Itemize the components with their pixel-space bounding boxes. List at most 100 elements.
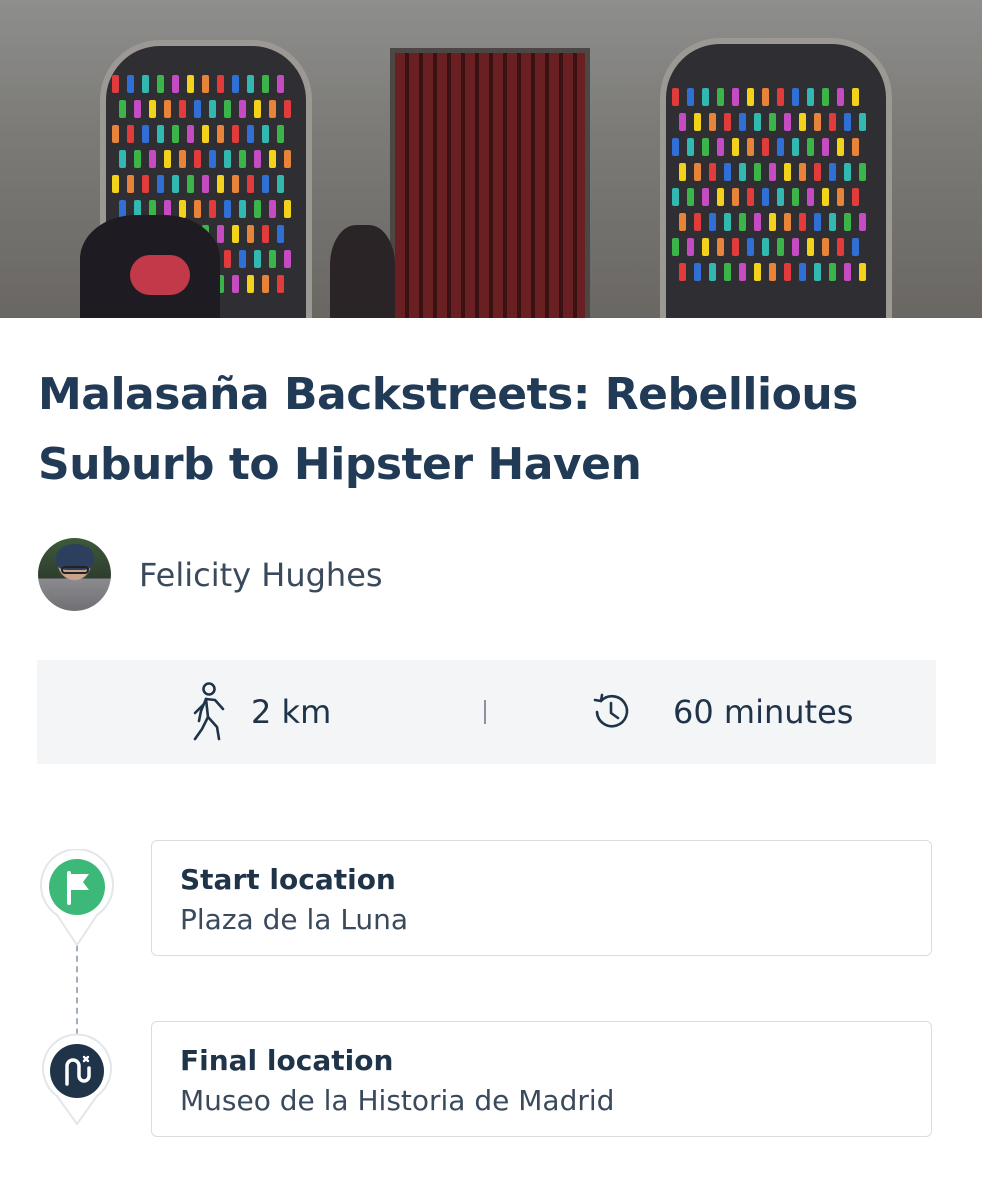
hero-bottle <box>247 225 254 243</box>
hero-bottle <box>217 125 224 143</box>
hero-bottle <box>127 75 134 93</box>
hero-bottle <box>224 200 231 218</box>
hero-bottle <box>687 238 694 256</box>
hero-bottle <box>119 100 126 118</box>
hero-bottle <box>247 175 254 193</box>
hero-bottle <box>717 138 724 156</box>
hero-bottle <box>134 150 141 168</box>
hero-bottle <box>792 238 799 256</box>
hero-bottle <box>739 263 746 281</box>
hero-bottle <box>202 175 209 193</box>
hero-bottle <box>134 100 141 118</box>
hero-bottle <box>247 125 254 143</box>
hero-bottle <box>239 200 246 218</box>
hero-bottle <box>844 263 851 281</box>
hero-bottle <box>814 213 821 231</box>
hero-bottle <box>232 225 239 243</box>
hero-bottle <box>852 188 859 206</box>
hero-bottle <box>232 175 239 193</box>
hero-bottle <box>202 125 209 143</box>
hero-bottle <box>754 213 761 231</box>
route-connector-line <box>76 935 78 1045</box>
hero-bottle <box>709 213 716 231</box>
hero-bottle <box>717 188 724 206</box>
hero-bottle <box>194 150 201 168</box>
hero-bottle <box>784 263 791 281</box>
author-row[interactable]: Felicity Hughes <box>38 538 383 611</box>
hero-bottle <box>822 238 829 256</box>
hero-bottle <box>739 113 746 131</box>
hero-bottle <box>277 175 284 193</box>
hero-bottle <box>209 150 216 168</box>
hero-bottle <box>814 113 821 131</box>
hero-bottle <box>732 88 739 106</box>
hero-bottle <box>702 188 709 206</box>
hero-bottle <box>859 263 866 281</box>
hero-bottle <box>754 113 761 131</box>
hero-bottle <box>702 238 709 256</box>
hero-bottle <box>672 138 679 156</box>
hero-bottle <box>837 88 844 106</box>
hero-bottle <box>262 275 269 293</box>
hero-bottle <box>739 163 746 181</box>
hero-bottle <box>777 138 784 156</box>
hero-bottle <box>709 263 716 281</box>
hero-bottle <box>747 138 754 156</box>
hero-bottle <box>792 138 799 156</box>
hero-bottle <box>247 75 254 93</box>
hero-bottle <box>784 163 791 181</box>
hero-bottle <box>732 138 739 156</box>
hero-bottle <box>844 163 851 181</box>
hero-bottle <box>269 200 276 218</box>
hero-bottle <box>187 175 194 193</box>
walking-person-icon <box>187 681 231 743</box>
hero-bottle <box>732 238 739 256</box>
hero-bottle <box>157 75 164 93</box>
hero-bottle <box>269 250 276 268</box>
final-location-label: Final location <box>180 1044 394 1077</box>
hero-bottle <box>239 250 246 268</box>
stats-divider <box>484 700 486 724</box>
hero-bottle <box>747 188 754 206</box>
title-line-1: Malasaña Backstreets: Rebellious <box>38 369 858 420</box>
hero-bottle <box>784 213 791 231</box>
hero-bottle <box>142 175 149 193</box>
hero-bottle <box>747 88 754 106</box>
distance-stat: 2 km <box>187 660 331 764</box>
hero-bottle <box>672 88 679 106</box>
hero-scarf <box>130 255 190 295</box>
hero-bottle <box>807 188 814 206</box>
hero-bottle <box>277 275 284 293</box>
hero-bottle <box>754 163 761 181</box>
hero-bottle <box>672 188 679 206</box>
hero-bottle <box>247 275 254 293</box>
hero-bottle <box>142 125 149 143</box>
final-location-value: Museo de la Historia de Madrid <box>180 1084 615 1117</box>
final-location-card[interactable]: Final location Museo de la Historia de M… <box>151 1021 932 1137</box>
hero-bottle <box>127 125 134 143</box>
hero-bottle <box>822 138 829 156</box>
hero-bottle <box>687 138 694 156</box>
hero-bottle <box>852 88 859 106</box>
hero-bottle <box>724 163 731 181</box>
hero-bottle <box>709 113 716 131</box>
hero-bottle <box>119 150 126 168</box>
start-location-card[interactable]: Start location Plaza de la Luna <box>151 840 932 956</box>
avatar[interactable] <box>38 538 111 611</box>
hero-bottle <box>829 163 836 181</box>
hero-bottle <box>724 213 731 231</box>
hero-bottle <box>822 88 829 106</box>
hero-bottle <box>262 125 269 143</box>
title-line-2: Suburb to Hipster Haven <box>38 439 642 490</box>
author-name[interactable]: Felicity Hughes <box>139 556 383 594</box>
hero-bottle <box>792 88 799 106</box>
hero-person-right <box>330 225 395 318</box>
hero-bottle <box>859 163 866 181</box>
hero-bottle <box>194 100 201 118</box>
hero-bottle <box>694 263 701 281</box>
hero-bottle <box>262 225 269 243</box>
hero-bottle <box>217 175 224 193</box>
page-title: Malasaña Backstreets: Rebellious Suburb t… <box>38 360 938 500</box>
hero-bottle <box>709 163 716 181</box>
hero-bottle <box>762 88 769 106</box>
